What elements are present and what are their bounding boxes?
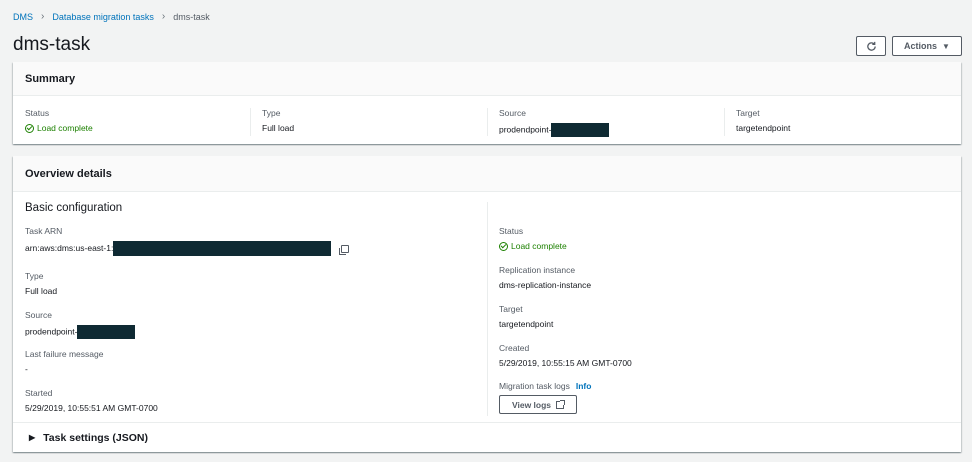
migration-logs-label: Migration task logs Info [499, 381, 591, 391]
summary-type: Type Full load [262, 108, 294, 133]
view-logs-label: View logs [511, 399, 552, 410]
summary-source: Source prodendpoint- [499, 108, 610, 137]
summary-source-label: Source [499, 108, 526, 118]
summary-source-value[interactable]: prodendpoint- [499, 123, 610, 137]
view-logs-button[interactable]: View logs [499, 395, 577, 414]
migration-logs-text: Migration task logs [499, 381, 570, 391]
summary-target-label: Target [736, 108, 760, 118]
refresh-button[interactable] [856, 36, 886, 56]
replication-instance-label: Replication instance [499, 265, 576, 275]
summary-source-text[interactable]: prodendpoint- [499, 124, 551, 134]
summary-panel: Summary Status Load complete Type Full l… [13, 62, 961, 144]
column-divider [487, 202, 488, 416]
status-value: Load complete [499, 241, 567, 251]
breadcrumb: DMS › Database migration tasks › dms-tas… [13, 11, 210, 22]
type-label: Type [25, 271, 44, 281]
last-failure-field: Last failure message - [25, 349, 103, 374]
redaction-block [77, 325, 136, 339]
summary-status-label: Status [25, 108, 50, 118]
summary-target-value[interactable]: targetendpoint [736, 123, 790, 133]
target-label: Target [499, 304, 523, 314]
task-arn-text: arn:aws:dms:us-east-1: [25, 242, 114, 253]
breadcrumb-current: dms-task [173, 11, 210, 22]
last-failure-value: - [25, 364, 28, 374]
created-field: Created 5/29/2019, 10:55:15 AM GMT-0700 [499, 343, 632, 368]
started-label: Started [25, 388, 53, 398]
redaction-block [551, 123, 610, 137]
source-text[interactable]: prodendpoint- [25, 326, 77, 336]
migration-logs-field: Migration task logs Info [499, 381, 591, 391]
status-label: Status [499, 226, 524, 236]
status-ok-icon [25, 123, 34, 133]
source-value[interactable]: prodendpoint- [25, 325, 136, 339]
replication-instance-field: Replication instance dms-replication-ins… [499, 265, 591, 290]
summary-status-text: Load complete [37, 123, 93, 133]
target-field: Target targetendpoint [499, 304, 553, 329]
overview-panel: Overview details Basic configuration Tas… [13, 156, 961, 452]
created-value: 5/29/2019, 10:55:15 AM GMT-0700 [499, 358, 632, 368]
started-field: Started 5/29/2019, 10:55:51 AM GMT-0700 [25, 388, 158, 413]
task-arn-label: Task ARN [25, 226, 63, 236]
created-label: Created [499, 343, 530, 353]
expand-triangle-icon: ▶ [29, 433, 36, 442]
page-title: dms-task [13, 34, 91, 55]
summary-status-value: Load complete [25, 123, 93, 133]
summary-type-value: Full load [262, 123, 295, 133]
task-settings-expander[interactable]: ▶ Task settings (JSON) [13, 422, 961, 452]
caret-down-icon: ▼ [942, 41, 950, 51]
task-settings-label: Task settings (JSON) [43, 431, 148, 444]
breadcrumb-migration-tasks[interactable]: Database migration tasks [52, 12, 154, 22]
actions-label: Actions [904, 41, 938, 51]
task-arn-value: arn:aws:dms:us-east-1: [25, 241, 350, 256]
actions-button[interactable]: Actions ▼ [892, 36, 962, 56]
basic-configuration-title: Basic configuration [25, 202, 123, 214]
last-failure-label: Last failure message [25, 349, 104, 359]
info-link[interactable]: Info [576, 381, 592, 391]
redaction-block [113, 241, 332, 256]
source-field: Source prodendpoint- [25, 310, 136, 339]
summary-title: Summary [13, 62, 961, 96]
external-link-icon [556, 399, 566, 409]
status-ok-icon [499, 241, 508, 251]
status-field: Status Load complete [499, 226, 567, 251]
type-value: Full load [25, 286, 58, 296]
refresh-icon [866, 41, 876, 51]
chevron-right-icon: › [41, 11, 45, 22]
started-value: 5/29/2019, 10:55:51 AM GMT-0700 [25, 403, 158, 413]
task-arn-field: Task ARN arn:aws:dms:us-east-1: [25, 226, 350, 256]
replication-instance-value[interactable]: dms-replication-instance [499, 280, 591, 290]
copy-icon[interactable] [339, 244, 350, 255]
chevron-right-icon: › [161, 11, 166, 22]
type-field: Type Full load [25, 271, 57, 296]
breadcrumb-dms[interactable]: DMS [13, 12, 33, 22]
target-value[interactable]: targetendpoint [499, 319, 553, 329]
summary-divider [487, 108, 488, 136]
overview-title: Overview details [13, 156, 961, 192]
status-text: Load complete [511, 241, 567, 251]
summary-divider [250, 108, 251, 136]
source-label: Source [25, 310, 52, 320]
summary-target: Target targetendpoint [736, 108, 790, 133]
summary-type-label: Type [262, 108, 281, 118]
summary-divider [724, 108, 725, 136]
summary-status: Status Load complete [25, 108, 93, 133]
